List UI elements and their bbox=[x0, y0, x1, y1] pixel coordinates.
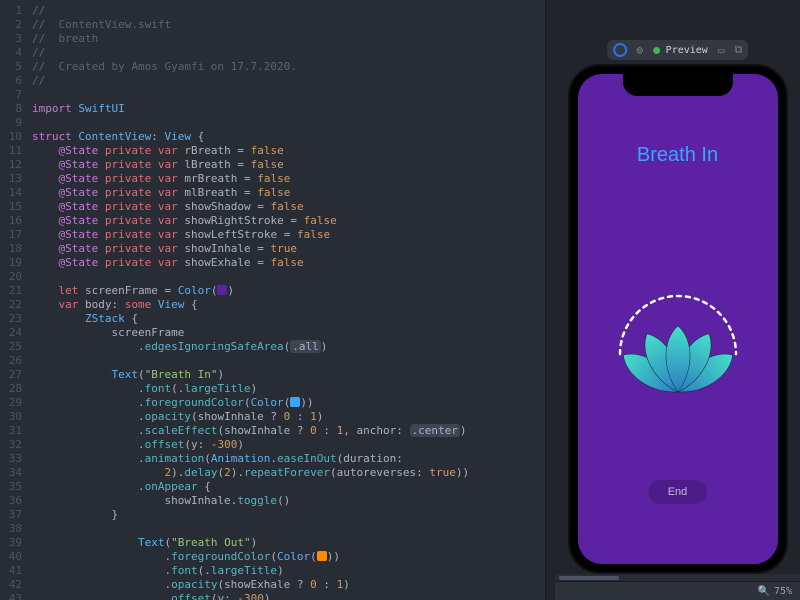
lotus-animation bbox=[608, 284, 748, 424]
zoom-out-icon[interactable]: 🔍 bbox=[757, 586, 769, 597]
device-frame: Breath In bbox=[568, 64, 788, 574]
live-status-dot bbox=[653, 47, 660, 54]
zoom-value: 75% bbox=[774, 586, 792, 597]
live-preview-play-icon[interactable] bbox=[613, 43, 627, 57]
preview-toolbar: ◎ Preview ▭ ⧉ bbox=[607, 40, 749, 60]
line-gutter: 1234567891011121314151617181920212223242… bbox=[0, 4, 32, 600]
preview-settings-icon[interactable]: ◎ bbox=[633, 43, 647, 57]
code-editor[interactable]: 1234567891011121314151617181920212223242… bbox=[0, 0, 545, 600]
minimap-scrollbar[interactable] bbox=[545, 0, 555, 600]
preview-label: Preview bbox=[666, 45, 708, 56]
device-icon[interactable]: ▭ bbox=[718, 44, 725, 57]
device-notch bbox=[623, 74, 733, 96]
breath-in-label: Breath In bbox=[637, 144, 718, 167]
horizontal-scrollbar[interactable] bbox=[555, 574, 800, 581]
preview-statusbar: 🔍 75% bbox=[555, 581, 800, 600]
preview-pane: ◎ Preview ▭ ⧉ Breath In bbox=[555, 0, 800, 600]
duplicate-icon[interactable]: ⧉ bbox=[734, 43, 742, 57]
app-screen[interactable]: Breath In bbox=[578, 74, 778, 564]
end-button[interactable]: End bbox=[648, 480, 708, 504]
code-area[interactable]: //// ContentView.swift// breath//// Crea… bbox=[32, 4, 469, 600]
zoom-control: 🔍 75% bbox=[757, 586, 792, 597]
